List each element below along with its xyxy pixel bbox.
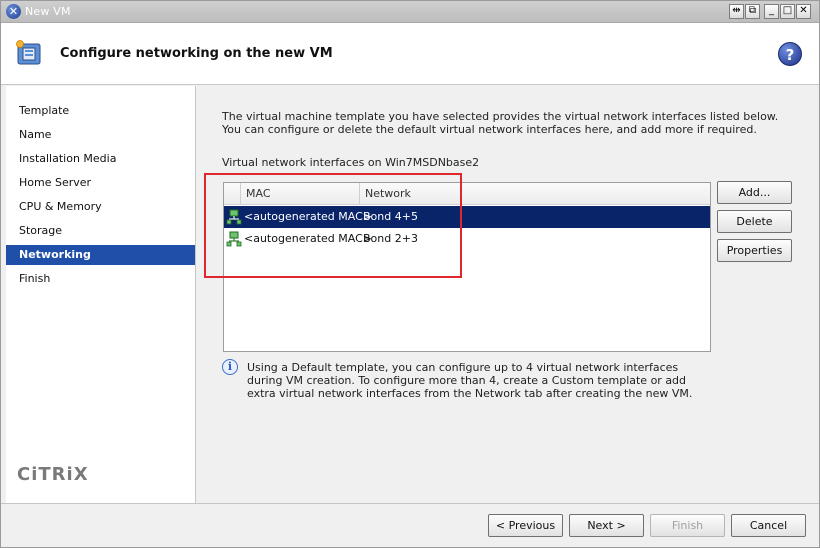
add-button[interactable]: Add... [717,181,792,204]
sidebar-item-template[interactable]: Template [6,101,195,121]
info-message: Using a Default template, you can config… [247,361,693,400]
sidebar-item-cpu-memory[interactable]: CPU & Memory [6,197,195,217]
properties-button[interactable]: Properties [717,239,792,262]
help-icon[interactable]: ? [778,42,802,66]
vm-icon [16,40,41,65]
sidebar-item-home-server[interactable]: Home Server [6,173,195,193]
close-button[interactable]: ✕ [796,4,811,19]
wizard-steps-sidebar: Template Name Installation Media Home Se… [6,86,196,503]
title-bar[interactable]: ✕ New VM ⇹ ⧉ _ □ ✕ [1,1,819,23]
page-description: The virtual machine template you have se… [222,110,779,136]
interfaces-list-label: Virtual network interfaces on Win7MSDNba… [222,156,480,169]
sidebar-item-storage[interactable]: Storage [6,221,195,241]
sidebar-item-finish[interactable]: Finish [6,269,195,289]
highlight-box [204,173,462,278]
wizard-header: Configure networking on the new VM ? [1,23,819,85]
footer-divider [1,503,819,504]
sidebar-item-installation-media[interactable]: Installation Media [6,149,195,169]
restore-icon[interactable]: ⧉ [745,4,760,19]
citrix-logo: CiTRiX [17,464,89,485]
info-icon: i [222,359,238,375]
xencenter-icon: ✕ [6,4,21,19]
cancel-button[interactable]: Cancel [731,514,806,537]
window-title: New VM [25,5,71,18]
page-title: Configure networking on the new VM [60,46,333,61]
networking-page: The virtual machine template you have se… [197,86,819,503]
next-button[interactable]: Next > [569,514,644,537]
dock-icon[interactable]: ⇹ [729,4,744,19]
previous-button[interactable]: < Previous [488,514,563,537]
minimize-button[interactable]: _ [764,4,779,19]
delete-button[interactable]: Delete [717,210,792,233]
new-vm-window: ✕ New VM ⇹ ⧉ _ □ ✕ Configure networking … [0,0,820,548]
maximize-button[interactable]: □ [780,4,795,19]
sidebar-item-name[interactable]: Name [6,125,195,145]
finish-button[interactable]: Finish [650,514,725,537]
sidebar-item-networking[interactable]: Networking [6,245,195,265]
